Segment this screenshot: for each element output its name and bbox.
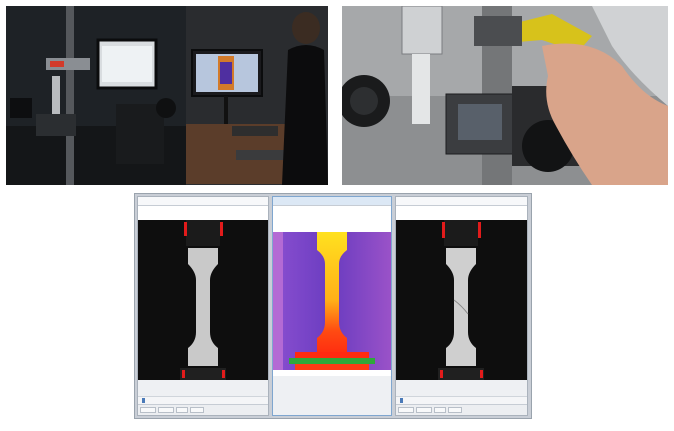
- window-titlebar: [273, 197, 391, 206]
- grip-marker-icon: [184, 222, 187, 236]
- lab-workstation-photo: [6, 6, 328, 185]
- window-thermal-image: [272, 196, 392, 416]
- thermal-viewport: [273, 206, 391, 376]
- image-viewport: [396, 220, 527, 380]
- toolbar-area: [396, 206, 527, 220]
- specimen-image: [138, 220, 268, 380]
- thermal-image: [273, 206, 391, 376]
- person-body: [282, 45, 328, 185]
- slider-thumb-icon[interactable]: [400, 398, 403, 403]
- specimen: [412, 54, 430, 124]
- comparison-windows: [134, 193, 532, 419]
- test-frame-column: [66, 6, 74, 185]
- person-head: [292, 12, 320, 44]
- infrared-camera-photo: [342, 6, 668, 185]
- grip-marker-icon: [220, 222, 223, 236]
- image-viewport: [138, 220, 268, 380]
- window-titlebar: [396, 197, 527, 206]
- toolbar-area: [138, 206, 268, 220]
- status-bar: [396, 404, 527, 415]
- lab-scene-graphic: [6, 6, 328, 185]
- window-specimen-before: [137, 196, 269, 416]
- slider-thumb-icon[interactable]: [142, 398, 145, 403]
- ir-camera-scene-graphic: [342, 6, 668, 185]
- status-bar: [138, 404, 268, 415]
- upper-grip: [401, 6, 443, 55]
- window-specimen-after: [395, 196, 528, 416]
- grip-marker-icon: [442, 222, 445, 238]
- specimen-image: [396, 220, 527, 380]
- window-titlebar: [138, 197, 268, 206]
- grip-marker-icon: [478, 222, 481, 238]
